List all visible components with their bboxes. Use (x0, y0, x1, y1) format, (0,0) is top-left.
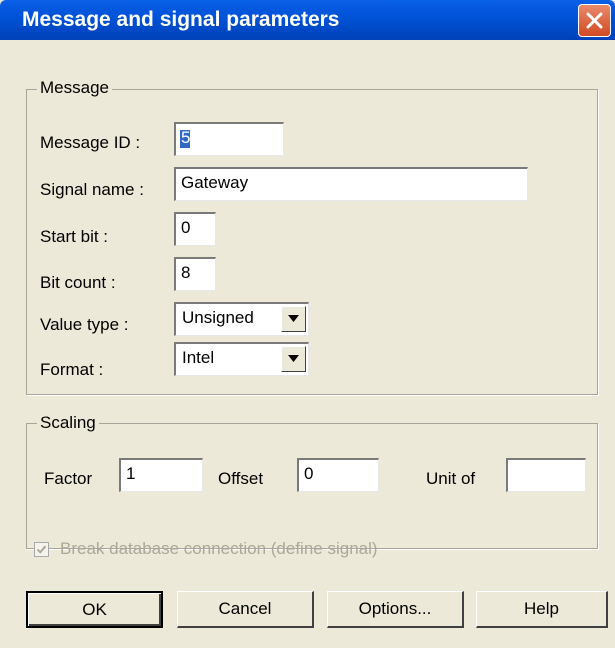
signal-name-value: Gateway (181, 173, 249, 192)
checkmark-icon (36, 545, 47, 554)
window-title: Message and signal parameters (22, 8, 340, 31)
unit-label: Unit of (426, 469, 476, 488)
offset-label: Offset (218, 469, 264, 488)
offset-input[interactable]: 0 (297, 458, 379, 492)
bit-count-label: Bit count : (40, 273, 116, 292)
format-dropdown-button[interactable] (281, 346, 306, 372)
value-type-dropdown-button[interactable] (281, 306, 306, 332)
unit-input[interactable] (506, 458, 586, 492)
cancel-button[interactable]: Cancel (177, 591, 314, 628)
factor-label: Factor (44, 469, 93, 488)
start-bit-value: 0 (181, 218, 191, 237)
message-id-input[interactable]: 5 (174, 122, 284, 156)
help-button[interactable]: Help (476, 591, 608, 628)
message-signal-dialog: Message and signal parameters Message Me… (0, 0, 615, 648)
ok-button[interactable]: OK (26, 591, 163, 628)
break-connection-label: Break database connection (define signal… (60, 539, 378, 558)
message-id-label: Message ID : (40, 133, 141, 152)
value-type-select[interactable]: Unsigned (174, 302, 309, 336)
break-connection-checkbox[interactable] (34, 542, 49, 557)
message-group-legend: Message (37, 78, 112, 98)
signal-name-label: Signal name : (40, 180, 144, 199)
close-x-icon (586, 12, 603, 29)
chevron-down-icon (288, 355, 299, 362)
factor-input[interactable]: 1 (119, 458, 203, 492)
offset-value: 0 (304, 464, 314, 483)
value-type-selected: Unsigned (182, 308, 254, 327)
message-id-value: 5 (181, 128, 191, 147)
signal-name-input[interactable]: Gateway (174, 167, 528, 201)
bit-count-value: 8 (181, 263, 191, 282)
title-bar[interactable]: Message and signal parameters (0, 0, 615, 40)
value-type-label: Value type : (40, 315, 129, 334)
scaling-group-legend: Scaling (37, 413, 99, 433)
options-button[interactable]: Options... (327, 591, 464, 628)
close-button[interactable] (578, 4, 611, 37)
chevron-down-icon (288, 315, 299, 322)
format-label: Format : (40, 360, 104, 379)
format-selected: Intel (182, 348, 215, 367)
dialog-body: Message Message ID : 5 Signal name : Gat… (0, 40, 615, 648)
bit-count-input[interactable]: 8 (174, 257, 216, 291)
start-bit-label: Start bit : (40, 227, 109, 246)
format-select[interactable]: Intel (174, 342, 309, 376)
start-bit-input[interactable]: 0 (174, 212, 216, 246)
factor-value: 1 (126, 464, 136, 483)
